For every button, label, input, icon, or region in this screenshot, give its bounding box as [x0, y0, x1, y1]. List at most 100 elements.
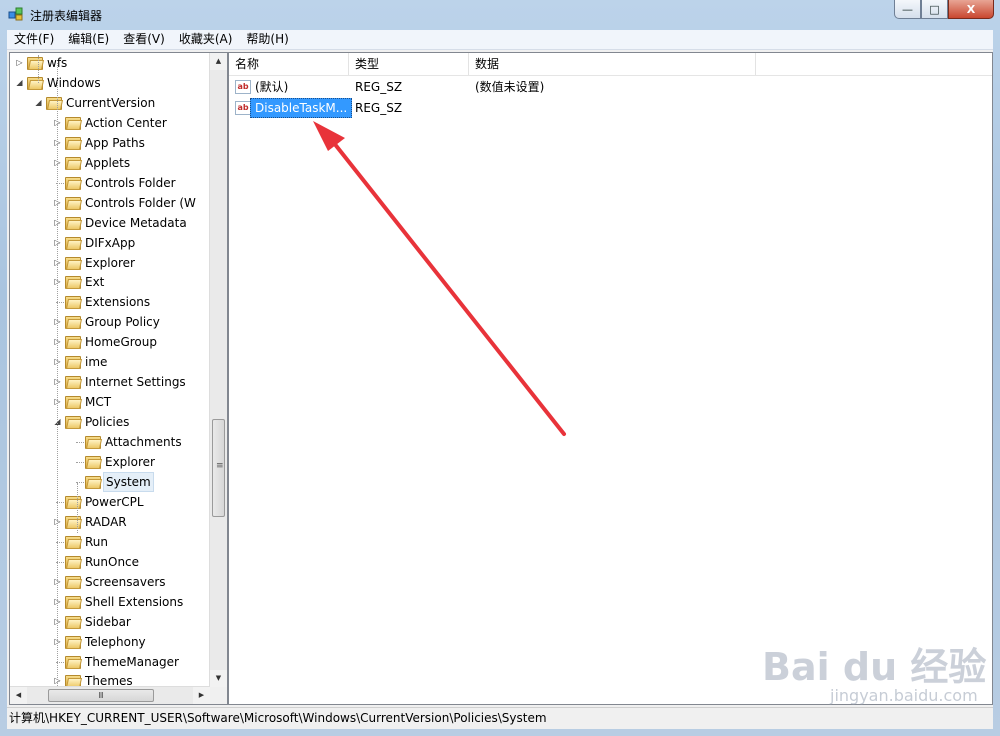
tree-connector: [77, 483, 78, 533]
tree-node[interactable]: ▷ Group Policy: [10, 312, 211, 332]
tree-node[interactable]: ▷ App Paths: [10, 133, 211, 153]
tree-node[interactable]: ▷ ime: [10, 352, 211, 372]
maximize-icon[interactable]: □: [921, 0, 948, 19]
tree-node[interactable]: ▷ Action Center: [10, 113, 211, 133]
folder-icon: [65, 136, 83, 150]
folder-icon: [65, 216, 83, 230]
folder-icon: [27, 56, 45, 70]
watermark-logo: Bai du 经验: [762, 645, 987, 689]
tree-connector: [76, 442, 84, 444]
menu-view[interactable]: 查看(V): [116, 30, 172, 49]
folder-icon: [27, 76, 45, 90]
scroll-corner: [210, 687, 227, 704]
column-data[interactable]: 数据: [469, 53, 756, 75]
tree-node[interactable]: ▷ HomeGroup: [10, 332, 211, 352]
list-row[interactable]: ab (默认) REG_SZ (数值未设置): [229, 77, 992, 97]
folder-icon: [65, 515, 83, 529]
tree-node[interactable]: Run: [10, 532, 211, 552]
tree-node[interactable]: ◢ Policies: [10, 412, 211, 432]
tree-node[interactable]: Controls Folder: [10, 173, 211, 193]
tree-node[interactable]: ThemeManager: [10, 652, 211, 672]
tree-node-label: Internet Settings: [85, 375, 186, 390]
tree-node[interactable]: ▷ Internet Settings: [10, 372, 211, 392]
value-name-edit[interactable]: DisableTaskM...: [250, 98, 353, 118]
folder-icon: [46, 96, 64, 110]
folder-icon: [65, 575, 83, 589]
tree-horizontal-scrollbar[interactable]: ◀ Ⅲ ▶: [10, 686, 210, 704]
tree-node-label: Windows: [47, 75, 101, 90]
watermark-site: jingyan.baidu.com: [830, 686, 978, 705]
title-bar: 注册表编辑器 — □ X: [0, 0, 1000, 30]
tree-node-label: CurrentVersion: [66, 95, 156, 110]
folder-icon: [65, 615, 83, 629]
scroll-thumb[interactable]: ≡: [212, 419, 225, 517]
tree-node[interactable]: ▷ Ext: [10, 272, 211, 292]
menu-help[interactable]: 帮助(H): [239, 30, 295, 49]
scroll-down-icon[interactable]: ▼: [210, 670, 227, 687]
string-value-icon: ab: [235, 101, 251, 115]
minimize-icon[interactable]: —: [894, 0, 921, 19]
folder-icon: [65, 156, 83, 170]
folder-icon: [65, 295, 83, 310]
collapse-arrow-icon[interactable]: ◢: [15, 73, 24, 93]
folder-icon: [65, 655, 83, 669]
tree-node-label: Explorer: [105, 455, 155, 469]
tree-node[interactable]: ▷ Telephony: [10, 632, 211, 652]
tree-node-label: PowerCPL: [85, 494, 144, 509]
close-icon[interactable]: X: [948, 0, 994, 19]
menu-file[interactable]: 文件(F): [7, 30, 61, 49]
tree-node-label: Extensions: [85, 295, 151, 310]
folder-icon: [65, 116, 83, 130]
tree-node[interactable]: ▷ Device Metadata: [10, 213, 211, 233]
tree-node[interactable]: ▷ DIFxApp: [10, 233, 211, 253]
tree-node[interactable]: ▷ Shell Extensions: [10, 592, 211, 612]
scroll-left-icon[interactable]: ◀: [10, 687, 27, 704]
tree-node[interactable]: ▷ Explorer: [10, 253, 211, 273]
menu-edit[interactable]: 编辑(E): [61, 30, 116, 49]
tree-node[interactable]: ▷ MCT: [10, 392, 211, 412]
scroll-up-icon[interactable]: ▲: [210, 53, 227, 70]
tree-node[interactable]: ▷ Controls Folder (W: [10, 193, 211, 213]
folder-icon: [65, 335, 83, 350]
column-type[interactable]: 类型: [349, 53, 469, 75]
tree-node[interactable]: ▷ Screensavers: [10, 572, 211, 592]
hscroll-thumb[interactable]: Ⅲ: [48, 689, 154, 702]
tree-vertical-scrollbar[interactable]: ▲ ≡ ▼: [209, 53, 227, 687]
tree-node-label: ime: [85, 355, 108, 370]
tree-node[interactable]: ◢ Windows: [10, 73, 211, 93]
list-row-selected[interactable]: ab DisableTaskM... REG_SZ: [229, 98, 992, 118]
tree-node[interactable]: ▷ Applets: [10, 153, 211, 173]
tree-node[interactable]: ▷ RADAR: [10, 512, 211, 532]
tree-connector: [76, 462, 84, 463]
tree-node-label: Attachments: [105, 435, 182, 450]
tree-node[interactable]: Attachments: [10, 432, 211, 452]
tree-node[interactable]: RunOnce: [10, 552, 211, 572]
tree-node[interactable]: Extensions: [10, 292, 211, 312]
tree-node[interactable]: ◢ CurrentVersion: [10, 93, 211, 113]
column-name[interactable]: 名称: [229, 53, 349, 75]
folder-icon: [65, 415, 83, 430]
tree-node[interactable]: ▷ wfs: [10, 53, 211, 73]
tree-node[interactable]: ▷ Sidebar: [10, 612, 211, 632]
expand-arrow-icon[interactable]: ▷: [15, 53, 24, 73]
tree-node-label: DIFxApp: [85, 235, 136, 250]
tree-node[interactable]: PowerCPL: [10, 492, 211, 512]
folder-icon: [85, 455, 103, 469]
tree-node-label: RunOnce: [85, 554, 140, 569]
folder-icon: [65, 176, 83, 190]
baidu-watermark: Bai du 经验 jingyan.baidu.com: [762, 628, 992, 710]
caption-buttons: — □ X: [894, 0, 994, 20]
scroll-right-icon[interactable]: ▶: [193, 687, 210, 704]
folder-icon: [65, 275, 83, 290]
folder-icon: [65, 375, 83, 390]
tree-node-label: Explorer: [85, 255, 135, 270]
value-data: (数值未设置): [475, 80, 545, 94]
tree-node-label: MCT: [85, 395, 112, 410]
tree-node[interactable]: Explorer: [10, 452, 211, 472]
collapse-arrow-icon[interactable]: ◢: [34, 93, 43, 113]
menu-favorites[interactable]: 收藏夹(A): [172, 30, 240, 49]
folder-icon: [85, 475, 103, 489]
tree-node[interactable]: System: [10, 471, 211, 492]
tree-node-label: Shell Extensions: [85, 594, 184, 609]
tree-node-label: Screensavers: [85, 574, 166, 589]
